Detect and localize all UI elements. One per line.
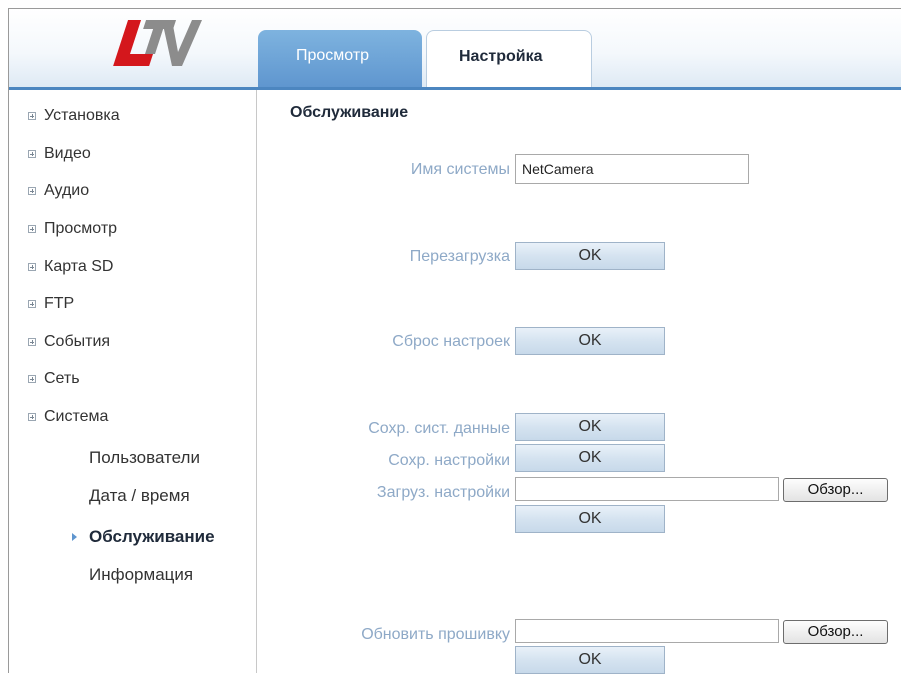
ltv-logo xyxy=(113,20,202,66)
reset-label: Сброс настроек xyxy=(392,333,510,350)
reboot-label: Перезагрузка xyxy=(409,248,510,265)
firmware-file-input[interactable] xyxy=(515,619,779,643)
sidebar-subitem-info[interactable]: Информация xyxy=(89,560,193,590)
save-settings-label: Сохр. настройки xyxy=(388,452,510,469)
system-name-label: Имя системы xyxy=(410,161,510,178)
sidebar-item-label: Аудио xyxy=(44,182,90,199)
expand-icon xyxy=(28,262,36,271)
expand-icon xyxy=(28,412,36,421)
sidebar-item-video[interactable]: Видео xyxy=(9,139,91,169)
sidebar: Установка Видео Аудио Просмотр Карта SD … xyxy=(9,90,257,673)
sidebar-item-sd-card[interactable]: Карта SD xyxy=(9,252,113,282)
firmware-browse-button[interactable]: Обзор... xyxy=(783,620,888,644)
sidebar-item-events[interactable]: События xyxy=(9,327,110,357)
sidebar-item-label: Сеть xyxy=(44,370,80,387)
sidebar-item-label: Система xyxy=(44,408,109,425)
expand-icon xyxy=(28,337,36,346)
sidebar-item-label: Видео xyxy=(44,145,91,162)
load-settings-ok-button[interactable]: OK xyxy=(515,505,665,533)
system-name-input[interactable] xyxy=(515,154,749,184)
reboot-ok-button[interactable]: OK xyxy=(515,242,665,270)
firmware-ok-button[interactable]: OK xyxy=(515,646,665,674)
sidebar-item-ftp[interactable]: FTP xyxy=(9,289,74,319)
sidebar-item-view[interactable]: Просмотр xyxy=(9,214,117,244)
sidebar-item-audio[interactable]: Аудио xyxy=(9,176,89,206)
save-settings-ok-button[interactable]: OK xyxy=(515,444,665,472)
expand-icon xyxy=(28,111,36,120)
tab-settings[interactable]: Настройка xyxy=(426,30,592,87)
page-title: Обслуживание xyxy=(290,104,409,121)
load-settings-browse-button[interactable]: Обзор... xyxy=(783,478,888,502)
save-sys-data-label: Сохр. сист. данные xyxy=(368,420,510,437)
sidebar-item-setup[interactable]: Установка xyxy=(9,101,120,131)
expand-icon xyxy=(28,186,36,195)
sidebar-item-label: Установка xyxy=(44,107,120,124)
update-firmware-label: Обновить прошивку xyxy=(361,626,510,643)
sidebar-subitem-users[interactable]: Пользователи xyxy=(89,443,200,473)
sidebar-item-label: FTP xyxy=(44,295,75,312)
expand-icon xyxy=(28,299,36,308)
sidebar-item-network[interactable]: Сеть xyxy=(9,364,80,394)
sidebar-subitem-maintenance[interactable]: Обслуживание xyxy=(89,522,215,552)
sidebar-item-label: Просмотр xyxy=(44,220,118,237)
expand-icon xyxy=(28,149,36,158)
load-settings-label: Загруз. настройки xyxy=(376,484,510,501)
expand-icon xyxy=(28,374,36,383)
tab-view[interactable]: Просмотр xyxy=(258,30,422,87)
reset-ok-button[interactable]: OK xyxy=(515,327,665,355)
sidebar-item-label: Карта SD xyxy=(44,258,114,275)
sidebar-item-system[interactable]: Система xyxy=(9,402,108,432)
expand-icon xyxy=(28,224,36,233)
load-settings-file-input[interactable] xyxy=(515,477,779,501)
sidebar-subitem-date-time[interactable]: Дата / время xyxy=(89,481,190,511)
save-sys-data-ok-button[interactable]: OK xyxy=(515,413,665,441)
active-arrow-icon xyxy=(72,533,77,541)
sidebar-item-label: События xyxy=(44,333,111,350)
